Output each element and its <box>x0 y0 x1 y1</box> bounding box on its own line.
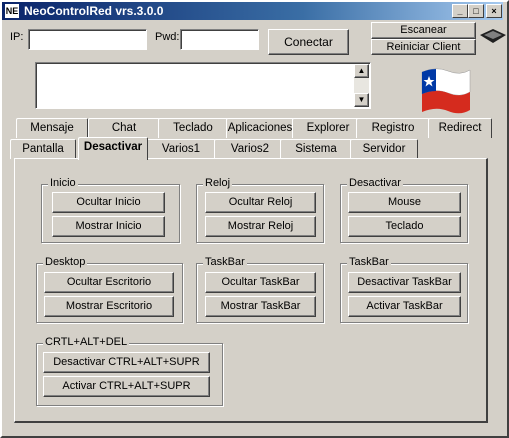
log-scrollbar[interactable]: ▲ ▼ <box>354 64 369 107</box>
tab-aplicaciones[interactable]: Aplicaciones <box>226 118 294 138</box>
disable-taskbar-button[interactable]: Desactivar TaskBar <box>348 272 461 293</box>
tab-mensaje[interactable]: Mensaje <box>16 118 88 138</box>
maximize-button[interactable]: □ <box>468 4 484 18</box>
title-bar[interactable]: NE NeoControlRed vrs.3.0.0 _ □ × <box>2 2 503 20</box>
scroll-down-button[interactable]: ▼ <box>354 93 369 107</box>
ip-input[interactable] <box>28 29 147 50</box>
disable-keyboard-button[interactable]: Teclado <box>348 216 461 237</box>
show-start-button[interactable]: Mostrar Inicio <box>52 216 165 237</box>
group-desactivar: Desactivar Mouse Teclado <box>340 177 468 243</box>
tab-panel-desactivar: Inicio Ocultar Inicio Mostrar Inicio Rel… <box>14 158 488 423</box>
app-icon: NE <box>5 4 19 18</box>
group-taskbar-toggle-title: TaskBar <box>347 256 391 268</box>
hide-clock-button[interactable]: Ocultar Reloj <box>205 192 316 213</box>
arrow-diamond-icon <box>480 29 506 43</box>
hide-start-button[interactable]: Ocultar Inicio <box>52 192 165 213</box>
scroll-up-button[interactable]: ▲ <box>354 64 369 78</box>
tab-desactivar[interactable]: Desactivar <box>78 137 148 160</box>
group-reloj-title: Reloj <box>203 177 233 189</box>
group-inicio: Inicio Ocultar Inicio Mostrar Inicio <box>41 177 180 243</box>
tab-varios1[interactable]: Varios1 <box>146 139 216 159</box>
group-taskbar: TaskBar Ocultar TaskBar Mostrar TaskBar <box>196 256 324 323</box>
enable-taskbar-button[interactable]: Activar TaskBar <box>348 296 461 317</box>
minimize-button[interactable]: _ <box>452 4 468 18</box>
tab-teclado[interactable]: Teclado <box>158 118 228 138</box>
chile-flag-icon <box>421 68 471 114</box>
show-taskbar-button[interactable]: Mostrar TaskBar <box>205 296 316 317</box>
window-title: NeoControlRed vrs.3.0.0 <box>24 4 164 18</box>
restart-client-button[interactable]: Reiniciar Client <box>371 39 476 55</box>
pwd-input[interactable] <box>180 29 259 50</box>
group-reloj: Reloj Ocultar Reloj Mostrar Reloj <box>196 177 324 243</box>
tab-pantalla[interactable]: Pantalla <box>10 139 76 159</box>
show-desktop-button[interactable]: Mostrar Escritorio <box>44 296 174 317</box>
tab-chat[interactable]: Chat <box>88 118 160 138</box>
tab-explorer[interactable]: Explorer <box>292 118 364 138</box>
tab-servidor[interactable]: Servidor <box>350 139 418 159</box>
scan-button[interactable]: Escanear <box>371 22 476 39</box>
show-clock-button[interactable]: Mostrar Reloj <box>205 216 316 237</box>
log-textarea[interactable] <box>35 62 371 109</box>
disable-mouse-button[interactable]: Mouse <box>348 192 461 213</box>
group-ctrl-alt-del: CRTL+ALT+DEL Desactivar CTRL+ALT+SUPR Ac… <box>36 336 223 406</box>
group-desktop: Desktop Ocultar Escritorio Mostrar Escri… <box>36 256 183 323</box>
group-ctrl-alt-del-title: CRTL+ALT+DEL <box>43 336 130 348</box>
tab-registro[interactable]: Registro <box>356 118 430 138</box>
close-button[interactable]: × <box>486 4 502 18</box>
pwd-label: Pwd: <box>155 31 180 43</box>
hide-taskbar-button[interactable]: Ocultar TaskBar <box>205 272 316 293</box>
group-desactivar-title: Desactivar <box>347 177 403 189</box>
disable-ctrl-alt-supr-button[interactable]: Desactivar CTRL+ALT+SUPR <box>43 352 210 373</box>
group-inicio-title: Inicio <box>48 177 78 189</box>
group-taskbar-toggle: TaskBar Desactivar TaskBar Activar TaskB… <box>340 256 468 323</box>
ip-label: IP: <box>10 31 24 43</box>
connect-button[interactable]: Conectar <box>268 29 349 55</box>
hide-desktop-button[interactable]: Ocultar Escritorio <box>44 272 174 293</box>
enable-ctrl-alt-supr-button[interactable]: Activar CTRL+ALT+SUPR <box>43 376 210 397</box>
group-desktop-title: Desktop <box>43 256 88 268</box>
tab-redirect[interactable]: Redirect <box>428 118 492 138</box>
tab-sistema[interactable]: Sistema <box>280 139 352 159</box>
tab-varios2[interactable]: Varios2 <box>214 139 286 159</box>
group-taskbar-title: TaskBar <box>203 256 247 268</box>
